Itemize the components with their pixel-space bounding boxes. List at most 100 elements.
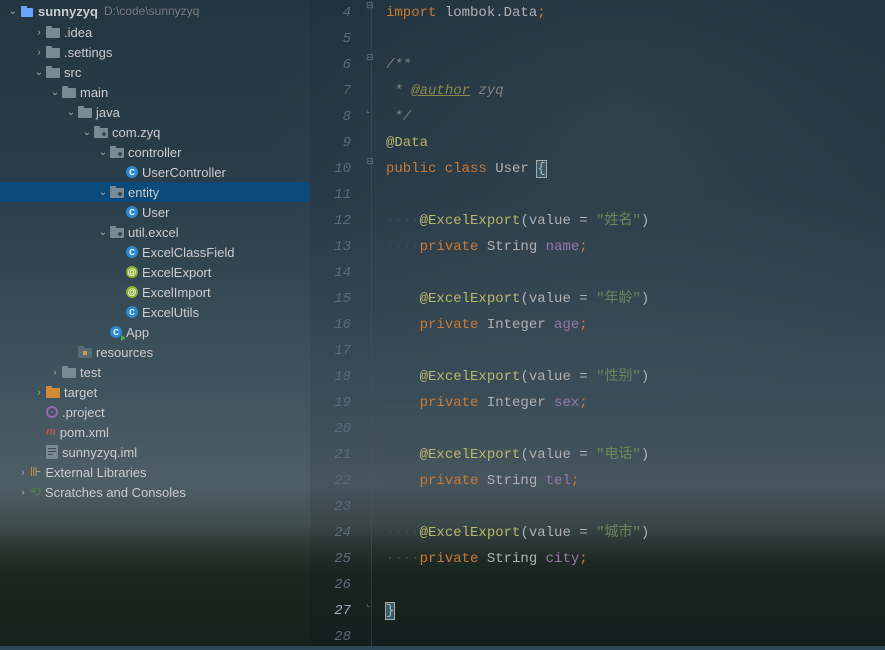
tree-item-test[interactable]: ›test: [0, 362, 310, 382]
code-line[interactable]: ····@ExcelExport(value = "姓名"): [386, 208, 885, 234]
tree-item-External Libraries[interactable]: ›⊪External Libraries: [0, 462, 310, 482]
tree-item-ExcelImport[interactable]: @ExcelImport: [0, 282, 310, 302]
fold-end-icon[interactable]: ⌞: [366, 599, 370, 609]
tree-item-label: ExcelImport: [142, 285, 211, 300]
project-icon: [20, 3, 34, 19]
code-line[interactable]: /**: [386, 52, 885, 78]
tree-item--idea[interactable]: ›.idea: [0, 22, 310, 42]
project-tree-panel[interactable]: ⌄ sunnyzyq D:\code\sunnyzyq ›.idea›.sett…: [0, 0, 310, 646]
line-gutter: 4567891011121314151617181920212223242526…: [310, 0, 372, 646]
code-line[interactable]: ····@ExcelExport(value = "城市"): [386, 520, 885, 546]
tree-item--settings[interactable]: › .settings: [0, 42, 310, 62]
tree-item-User[interactable]: CUser: [0, 202, 310, 222]
code-line[interactable]: * @author zyq: [386, 78, 885, 104]
tree-item-resources[interactable]: resources: [0, 342, 310, 362]
line-number: 25: [310, 546, 351, 572]
tree-item-label: controller: [128, 145, 181, 160]
tree-item-label: src: [64, 65, 81, 80]
chevron-down-icon: ⌄: [6, 6, 20, 17]
tree-item-sunnyzyq-iml[interactable]: sunnyzyq.iml: [0, 442, 310, 462]
project-name: sunnyzyq: [38, 4, 98, 19]
tree-item-java[interactable]: ⌄ java: [0, 102, 310, 122]
line-number: 14: [310, 260, 351, 286]
project-root[interactable]: ⌄ sunnyzyq D:\code\sunnyzyq: [0, 0, 310, 22]
tree-item-UserController[interactable]: CUserController: [0, 162, 310, 182]
code-content[interactable]: import lombok.Data; /** * @author zyq */@…: [372, 0, 885, 646]
tree-item-Scratches and Consoles[interactable]: ›⟲Scratches and Consoles: [0, 482, 310, 502]
code-line[interactable]: ····private String city;: [386, 546, 885, 572]
tree-item-controller[interactable]: ⌄ controller: [0, 142, 310, 162]
tree-item-entity[interactable]: ⌄ entity: [0, 182, 310, 202]
tree-item-main[interactable]: ⌄main: [0, 82, 310, 102]
code-line[interactable]: [386, 572, 885, 598]
tree-item-ExcelClassField[interactable]: CExcelClassField: [0, 242, 310, 262]
code-line[interactable]: @Data: [386, 130, 885, 156]
code-line[interactable]: public class User {: [386, 156, 885, 182]
code-line[interactable]: ····private String tel;: [386, 468, 885, 494]
tree-item-pom-xml[interactable]: mpom.xml: [0, 422, 310, 442]
tree-item--project[interactable]: .project: [0, 402, 310, 422]
code-line[interactable]: [386, 338, 885, 364]
tree-item-label: App: [126, 325, 149, 340]
chevron-down-icon: ⌄: [80, 127, 94, 138]
tree-item-target[interactable]: ›target: [0, 382, 310, 402]
tree-item-label: .project: [62, 405, 105, 420]
fold-start-icon[interactable]: ⊟: [366, 157, 374, 167]
code-line[interactable]: }: [386, 598, 885, 624]
line-number: 22: [310, 468, 351, 494]
tree-item-App[interactable]: CApp: [0, 322, 310, 342]
fold-minus-icon[interactable]: ⊟: [366, 1, 374, 11]
chevron-down-icon: ⌄: [96, 187, 110, 198]
tree-item-label: ExcelClassField: [142, 245, 234, 260]
code-line[interactable]: [386, 182, 885, 208]
line-number: 4: [310, 0, 351, 26]
tree-item-label: .idea: [64, 25, 92, 40]
tree-item-label: test: [80, 365, 101, 380]
tree-item-ExcelUtils[interactable]: CExcelUtils: [0, 302, 310, 322]
line-number: 19: [310, 390, 351, 416]
chevron-right-icon: ›: [16, 467, 30, 478]
tree-item-label: entity: [128, 185, 159, 200]
code-line[interactable]: [386, 624, 885, 650]
chevron-down-icon: ⌄: [64, 107, 78, 118]
tree-item-label: java: [96, 105, 120, 120]
tree-item-label: .settings: [64, 45, 112, 60]
line-number: 26: [310, 572, 351, 598]
chevron-down-icon: ⌄: [96, 227, 110, 238]
code-line[interactable]: [386, 260, 885, 286]
chevron-right-icon: ›: [32, 47, 46, 58]
code-line[interactable]: */: [386, 104, 885, 130]
line-number: 21: [310, 442, 351, 468]
line-number: 17: [310, 338, 351, 364]
project-path: D:\code\sunnyzyq: [104, 4, 199, 18]
tree-item-util-excel[interactable]: ⌄util.excel: [0, 222, 310, 242]
line-number: 7: [310, 78, 351, 104]
tree-item-label: ExcelUtils: [142, 305, 199, 320]
line-number: 24: [310, 520, 351, 546]
code-editor[interactable]: 4567891011121314151617181920212223242526…: [310, 0, 885, 646]
code-line[interactable]: [386, 494, 885, 520]
chevron-down-icon: ⌄: [96, 147, 110, 158]
tree-item-label: main: [80, 85, 108, 100]
code-line[interactable]: ····private String name;: [386, 234, 885, 260]
tree-item-label: Scratches and Consoles: [45, 485, 186, 500]
tree-item-src[interactable]: ⌄src: [0, 62, 310, 82]
fold-end-icon[interactable]: ⌞: [366, 105, 370, 115]
chevron-right-icon: ›: [16, 487, 30, 498]
fold-start-icon[interactable]: ⊟: [366, 53, 374, 63]
line-number: 27: [310, 598, 351, 624]
code-line[interactable]: import lombok.Data;: [386, 0, 885, 26]
line-number: 23: [310, 494, 351, 520]
code-line[interactable]: ····private Integer sex;: [386, 390, 885, 416]
code-line[interactable]: [386, 26, 885, 52]
code-line[interactable]: ····private Integer age;: [386, 312, 885, 338]
code-line[interactable]: ····@ExcelExport(value = "性别"): [386, 364, 885, 390]
line-number: 5: [310, 26, 351, 52]
tree-item-ExcelExport[interactable]: @ExcelExport: [0, 262, 310, 282]
line-number: 16: [310, 312, 351, 338]
tree-item-com-zyq[interactable]: ⌄com.zyq: [0, 122, 310, 142]
code-line[interactable]: [386, 416, 885, 442]
code-line[interactable]: ····@ExcelExport(value = "年龄"): [386, 286, 885, 312]
tree-item-label: User: [142, 205, 169, 220]
code-line[interactable]: ····@ExcelExport(value = "电话"): [386, 442, 885, 468]
